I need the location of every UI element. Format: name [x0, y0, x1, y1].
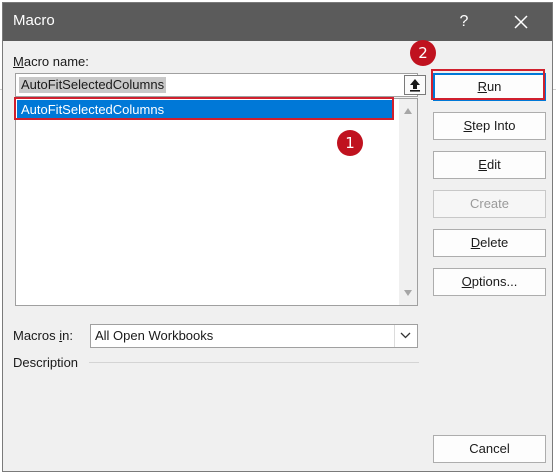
scroll-down-icon[interactable]: [403, 289, 413, 297]
step2-highlight: [431, 69, 545, 100]
description-separator: [89, 362, 419, 363]
title-bar: Macro ?: [3, 3, 552, 41]
reference-button[interactable]: [404, 75, 426, 95]
edit-button[interactable]: Edit: [433, 151, 546, 179]
macro-list[interactable]: AutoFitSelectedColumns: [15, 98, 418, 306]
upload-arrow-icon: [410, 79, 420, 92]
macro-dialog: Macro ? Macro name: AutoFitSelectedColum…: [2, 2, 553, 472]
macros-in-value: All Open Workbooks: [95, 328, 214, 343]
create-button[interactable]: Create: [433, 190, 546, 218]
step2-badge: 2: [410, 40, 436, 66]
macro-name-input[interactable]: AutoFitSelectedColumns: [15, 73, 426, 97]
step-into-button[interactable]: Step Into: [433, 112, 546, 140]
step1-highlight: [14, 97, 394, 120]
scroll-up-icon[interactable]: [403, 107, 413, 115]
dialog-title: Macro: [13, 12, 55, 29]
macros-in-label: Macros in:: [13, 328, 73, 343]
macros-in-select[interactable]: All Open Workbooks: [90, 324, 418, 348]
step1-badge: 1: [337, 130, 363, 156]
dropdown-button[interactable]: [394, 325, 417, 347]
macro-name-value: AutoFitSelectedColumns: [19, 77, 167, 93]
list-scrollbar[interactable]: [399, 99, 417, 305]
close-button[interactable]: [506, 7, 536, 37]
cancel-button[interactable]: Cancel: [433, 435, 546, 463]
chevron-down-icon: [400, 332, 411, 339]
delete-button[interactable]: Delete: [433, 229, 546, 257]
options-button[interactable]: Options...: [433, 268, 546, 296]
description-label: Description: [13, 355, 79, 370]
macro-name-label: Macro name:: [13, 54, 89, 69]
close-icon: [514, 15, 528, 29]
help-button[interactable]: ?: [449, 7, 479, 37]
